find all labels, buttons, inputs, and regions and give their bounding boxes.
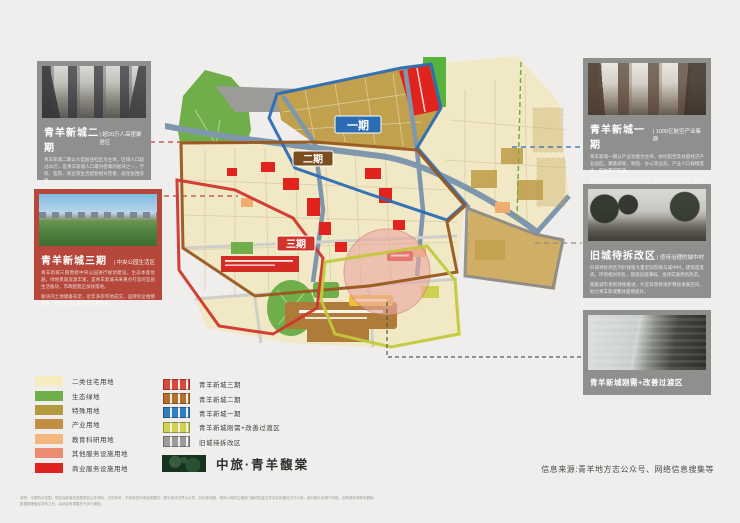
brand-logo-image <box>162 455 206 472</box>
legend-label: 教育科研用地 <box>72 434 114 444</box>
legend-landuse: 二类住宅用地生态绿地特殊用地产业用地教育科研用地其他服务设施用地商业服务设施用地 <box>35 374 128 475</box>
callout-title: 青羊新城三期 <box>41 252 107 267</box>
commercial-strip <box>221 256 299 272</box>
oldtown-photo <box>588 189 706 241</box>
callout-phase1: 青羊新城一期 | 1000亿航空产业集群 青羊新城一期以产业功能为主导，依托航空… <box>583 58 711 170</box>
legend-label: 青羊新城二期 <box>199 394 241 404</box>
phase2-badge: 二期 <box>293 151 333 166</box>
callout-oldtown: 旧城待拆改区 | 亟待治理的城中村 旧城待拆改区内仍保留大量老旧院落与城中村，建… <box>583 184 711 298</box>
fineprint-line2: 数据整理截至发布之日，后续如有调整恕不另行通知。 <box>20 502 720 508</box>
callout-body: 青羊新城二期以大型居住社区为主体，区域人口超过20万，是青羊新城人口最为密集的板… <box>44 157 144 185</box>
brand-name: 中旅·青羊馥棠 <box>216 454 309 473</box>
map-canvas: 一期 二期 三期 <box>165 50 585 380</box>
phase1-photo <box>588 63 706 115</box>
callout-title: 旧城待拆改区 <box>590 247 656 262</box>
legend-row: 青羊新城二期 <box>163 391 280 405</box>
legend-swatch <box>163 436 190 447</box>
brand: 中旅·青羊馥棠 <box>162 454 309 473</box>
legend-swatch <box>35 463 63 473</box>
svg-text:二期: 二期 <box>303 153 323 166</box>
legend-swatch <box>35 434 63 444</box>
callout-subtitle: | 1000亿航空产业集群 <box>653 127 704 143</box>
legend-row: 青羊新城一期 <box>163 406 280 420</box>
callout-title: 青羊新城刚需+改善过渡区 <box>590 377 683 388</box>
source-note: 信息来源:青羊地方志公众号、网络信息搜集等 <box>541 464 714 475</box>
legend-label: 商业服务设施用地 <box>72 463 128 473</box>
legend-row: 旧城待拆改区 <box>163 435 280 449</box>
callout-title: 青羊新城一期 <box>590 121 653 151</box>
svg-text:一期: 一期 <box>347 118 369 132</box>
legend-label: 二类住宅用地 <box>72 376 114 386</box>
phase2-photo <box>42 66 146 118</box>
legend-swatch <box>163 393 190 404</box>
legend-swatch <box>163 422 190 433</box>
legend-zones: 青羊新城三期青羊新城二期青羊新城一期青羊新城刚需+改善过渡区旧城待拆改区 <box>163 377 280 449</box>
callout-body: 青羊新城三期围绕中央公园进行规划建设，生态本底优越，绿地景观资源丰富，是青羊新城… <box>41 270 155 291</box>
callout-body: 随着城市更新持续推进，片区拆改将逐步释放发展空间，助力青羊新城整体面貌提升。 <box>590 282 704 296</box>
phase1-badge: 一期 <box>335 116 381 133</box>
legend-label: 旧城待拆改区 <box>199 437 241 447</box>
legend-label: 生态绿地 <box>72 391 100 401</box>
legend-row: 其他服务设施用地 <box>35 446 128 460</box>
legend-swatch <box>163 379 190 390</box>
legend-row: 青羊新城三期 <box>163 377 280 391</box>
fineprint: 说明：本图所示范围、规划及配套信息整理自公开资料，仅供参考，不构成任何承诺或要约… <box>20 496 720 508</box>
callout-body: 旧城待拆改区内仍保留大量老旧院落与城中村，建筑密度高，环境相对杂乱，基础设施薄弱… <box>590 265 704 279</box>
legend-label: 青羊新城刚需+改善过渡区 <box>199 422 280 432</box>
legend-swatch <box>35 448 63 458</box>
project-location-highlight <box>344 229 430 315</box>
callout-body: 青羊新城一期以产业功能为主导，依托航空及总部经济产业园区，聚集研发、制造、办公等… <box>590 154 704 175</box>
legend-swatch <box>35 405 63 415</box>
legend-label: 特殊用地 <box>72 405 100 415</box>
legend-row: 商业服务设施用地 <box>35 460 128 474</box>
legend-swatch <box>35 391 63 401</box>
callout-transition: 青羊新城刚需+改善过渡区 <box>583 310 711 395</box>
legend-swatch <box>35 376 63 386</box>
legend-label: 其他服务设施用地 <box>72 448 128 458</box>
callout-subtitle: | 超20万人高密聚居区 <box>99 130 144 146</box>
callout-body: 板块内土地储备充足，近年多宗宅地成交，品牌房企相继进驻，新房供应以改善型产品为主… <box>41 294 155 308</box>
callout-phase3: 青羊新城三期 | 中央公园生活区 青羊新城三期围绕中央公园进行规划建设，生态本底… <box>34 189 162 300</box>
svg-text:三期: 三期 <box>286 238 306 251</box>
callout-title: 青羊新城二期 <box>44 124 99 154</box>
callout-subtitle: | 中央公园生活区 <box>114 258 155 266</box>
legend-row: 二类住宅用地 <box>35 374 128 388</box>
legend-row: 教育科研用地 <box>35 432 128 446</box>
legend-label: 青羊新城三期 <box>199 379 241 389</box>
legend-row: 产业用地 <box>35 417 128 431</box>
phase3-photo <box>39 194 157 246</box>
callout-phase2: 青羊新城二期 | 超20万人高密聚居区 青羊新城二期以大型居住社区为主体，区域人… <box>37 61 151 180</box>
legend-row: 生态绿地 <box>35 388 128 402</box>
legend-label: 青羊新城一期 <box>199 408 241 418</box>
legend-swatch <box>35 419 63 429</box>
legend-row: 青羊新城刚需+改善过渡区 <box>163 420 280 434</box>
legend-label: 产业用地 <box>72 419 100 429</box>
transition-photo <box>588 315 706 370</box>
land-use-map: 一期 二期 三期 <box>165 50 585 380</box>
callout-subtitle: | 亟待治理的城中村 <box>657 253 704 261</box>
phase3-badge: 三期 <box>277 236 315 251</box>
legend-swatch <box>163 407 190 418</box>
legend-row: 特殊用地 <box>35 403 128 417</box>
